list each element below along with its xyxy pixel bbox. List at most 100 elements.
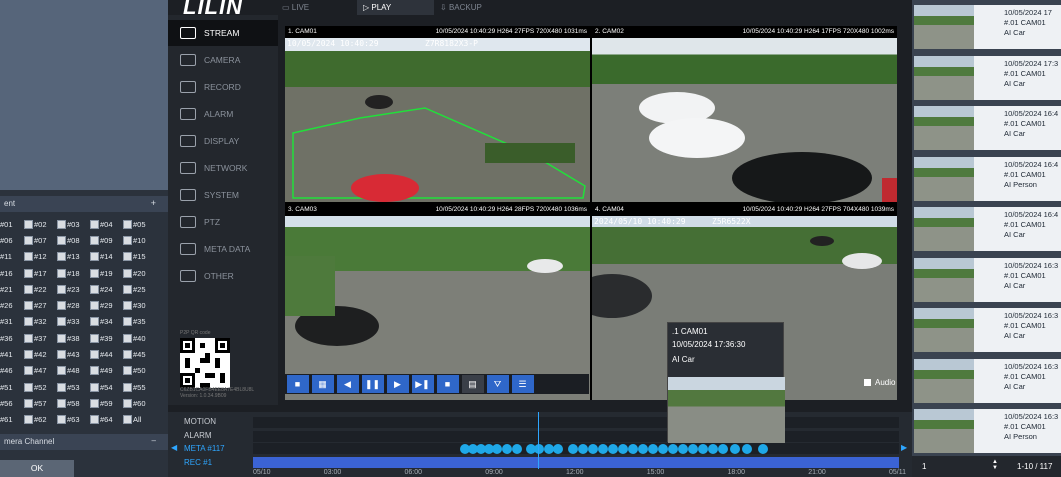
playhead[interactable] bbox=[538, 412, 539, 469]
checkbox-box[interactable] bbox=[57, 268, 66, 278]
checkbox-box[interactable] bbox=[90, 382, 99, 392]
channel-checkbox[interactable]: #54 bbox=[90, 382, 123, 392]
single-view-button[interactable]: ■ bbox=[286, 375, 309, 393]
channel-checkbox[interactable]: #51 bbox=[0, 383, 24, 392]
audio-toggle[interactable]: Audio bbox=[864, 378, 895, 387]
channel-checkbox[interactable]: #56 bbox=[0, 399, 24, 408]
channel-checkbox[interactable]: #11 bbox=[0, 252, 24, 261]
channel-checkbox[interactable]: #18 bbox=[57, 268, 90, 278]
channel-checkbox[interactable]: #24 bbox=[90, 284, 123, 294]
channel-checkbox[interactable]: #52 bbox=[24, 382, 57, 392]
checkbox-box[interactable] bbox=[57, 382, 66, 392]
channel-checkbox[interactable]: #20 bbox=[123, 268, 156, 278]
channel-checkbox[interactable]: #14 bbox=[90, 252, 123, 262]
meta-event-dot[interactable] bbox=[578, 443, 588, 454]
ok-button[interactable]: OK bbox=[0, 460, 74, 477]
filter-icon[interactable]: ⛛ bbox=[486, 375, 509, 393]
event-item[interactable]: 10/05/2024 17:3 #.01 CAM01 AI Car bbox=[912, 53, 1061, 101]
channel-checkbox[interactable]: #27 bbox=[24, 301, 57, 311]
checkbox-box[interactable] bbox=[57, 317, 66, 327]
checkbox-box[interactable] bbox=[123, 317, 132, 327]
nav-item-camera[interactable]: CAMERA bbox=[168, 47, 278, 73]
event-item[interactable]: 10/05/2024 16:3 #.01 CAM01 AI Car bbox=[912, 356, 1061, 404]
meta-event-dot[interactable] bbox=[512, 443, 522, 454]
step-back-button[interactable]: ◀ bbox=[336, 375, 359, 393]
channel-checkbox[interactable]: #43 bbox=[57, 350, 90, 360]
scroll-left-icon[interactable]: ◀ bbox=[171, 443, 177, 452]
camera-channel-header[interactable]: mera Channel – bbox=[0, 434, 168, 450]
channel-checkbox[interactable]: #60 bbox=[123, 398, 156, 408]
meta-event-dot[interactable] bbox=[678, 443, 688, 454]
rec-track[interactable] bbox=[253, 457, 899, 468]
event-item[interactable]: 10/05/2024 17 #.01 CAM01 AI Car bbox=[912, 2, 1061, 50]
nav-item-meta-data[interactable]: META DATA bbox=[168, 236, 278, 262]
checkbox-box[interactable] bbox=[90, 268, 99, 278]
checkbox-box[interactable] bbox=[123, 382, 132, 392]
channel-checkbox[interactable]: #03 bbox=[57, 219, 90, 229]
checkbox-box[interactable] bbox=[57, 398, 66, 408]
checkbox-box[interactable] bbox=[123, 235, 132, 245]
channel-checkbox[interactable]: #61 bbox=[0, 415, 24, 424]
channel-checkbox[interactable]: #13 bbox=[57, 252, 90, 262]
expand-icon[interactable]: + bbox=[151, 198, 156, 208]
checkbox-box[interactable] bbox=[123, 398, 132, 408]
meta-event-dot[interactable] bbox=[658, 443, 668, 454]
meta-event-dot[interactable] bbox=[568, 443, 578, 454]
checkbox-box[interactable] bbox=[57, 252, 66, 262]
checkbox-box[interactable] bbox=[24, 268, 33, 278]
channel-checkbox[interactable]: #07 bbox=[24, 235, 57, 245]
checkbox-box[interactable] bbox=[123, 252, 132, 262]
nav-item-record[interactable]: RECORD bbox=[168, 74, 278, 100]
checkbox-box[interactable] bbox=[90, 252, 99, 262]
alarm-track[interactable] bbox=[253, 431, 899, 442]
meta-event-dot[interactable] bbox=[502, 443, 512, 454]
channel-checkbox[interactable]: #02 bbox=[24, 219, 57, 229]
quad-view-button[interactable]: ▦ bbox=[311, 375, 334, 393]
checkbox-box[interactable] bbox=[123, 415, 132, 425]
checkbox-box[interactable] bbox=[57, 350, 66, 360]
checkbox-box[interactable] bbox=[123, 333, 132, 343]
channel-checkbox[interactable]: #16 bbox=[0, 269, 24, 278]
scroll-right-icon[interactable]: ▶ bbox=[901, 443, 907, 452]
channel-checkbox[interactable]: #63 bbox=[57, 415, 90, 425]
stepper-icon[interactable]: ▲ ▼ bbox=[992, 459, 998, 471]
channel-checkbox[interactable]: #46 bbox=[0, 366, 24, 375]
checkbox-box[interactable] bbox=[123, 268, 132, 278]
meta-event-dot[interactable] bbox=[534, 443, 544, 454]
checkbox-box[interactable] bbox=[24, 301, 33, 311]
nav-item-system[interactable]: SYSTEM bbox=[168, 182, 278, 208]
meta-event-dot[interactable] bbox=[698, 443, 708, 454]
channel-checkbox[interactable]: #48 bbox=[57, 366, 90, 376]
camera-tile-3[interactable]: 3. CAM03 10/05/2024 10:40:29 H264 28FPS … bbox=[285, 204, 590, 400]
nav-item-other[interactable]: OTHER bbox=[168, 263, 278, 289]
channel-checkbox[interactable]: #38 bbox=[57, 333, 90, 343]
meta-event-dot[interactable] bbox=[553, 443, 563, 454]
checkbox-box[interactable] bbox=[123, 284, 132, 294]
channel-checkbox[interactable]: #42 bbox=[24, 350, 57, 360]
checkbox-box[interactable] bbox=[57, 301, 66, 311]
event-item[interactable]: 10/05/2024 16:4 #.01 CAM01 AI Car bbox=[912, 204, 1061, 252]
channel-checkbox[interactable]: #59 bbox=[90, 398, 123, 408]
checkbox-box[interactable] bbox=[123, 219, 132, 229]
checkbox-box[interactable] bbox=[57, 415, 66, 425]
camera-tile-1[interactable]: 1. CAM01 10/05/2024 10:40:29 H264 27FPS … bbox=[285, 26, 590, 202]
channel-checkbox[interactable]: #06 bbox=[0, 236, 24, 245]
calendar-icon[interactable]: ▤ bbox=[461, 375, 484, 393]
channel-checkbox[interactable]: #19 bbox=[90, 268, 123, 278]
channel-checkbox[interactable]: #35 bbox=[123, 317, 156, 327]
event-item[interactable]: 10/05/2024 16:3 #.01 CAM01 AI Car bbox=[912, 255, 1061, 303]
channel-checkbox[interactable]: #55 bbox=[123, 382, 156, 392]
channel-checkbox[interactable]: #47 bbox=[24, 366, 57, 376]
checkbox-box[interactable] bbox=[90, 301, 99, 311]
channel-checkbox[interactable]: #50 bbox=[123, 366, 156, 376]
checkbox-box[interactable] bbox=[90, 366, 99, 376]
nav-item-ptz[interactable]: PTZ bbox=[168, 209, 278, 235]
meta-event-dot[interactable] bbox=[618, 443, 628, 454]
tab-backup[interactable]: ⇩ BACKUP bbox=[440, 0, 482, 15]
meta-track[interactable] bbox=[253, 443, 899, 454]
checkbox-box[interactable] bbox=[24, 219, 33, 229]
meta-event-dot[interactable] bbox=[708, 443, 718, 454]
checkbox-box[interactable] bbox=[123, 350, 132, 360]
checkbox-box[interactable] bbox=[24, 235, 33, 245]
meta-event-dot[interactable] bbox=[742, 443, 752, 454]
